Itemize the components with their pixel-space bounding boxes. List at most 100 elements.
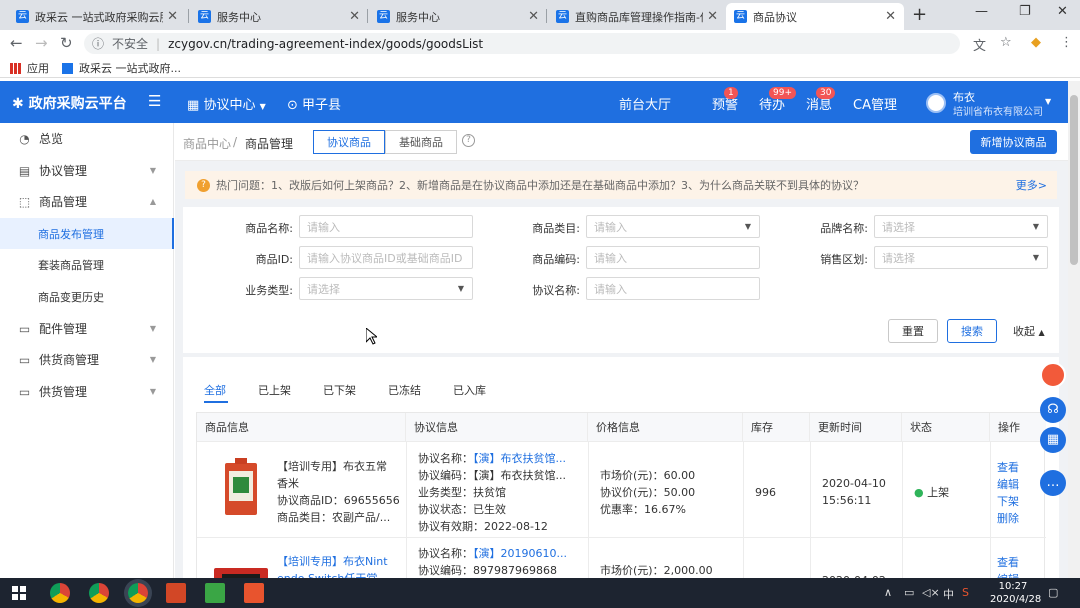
recorder-taskbar-icon[interactable] bbox=[244, 583, 264, 603]
notice-text[interactable]: 热门问题：1、改版后如何上架商品？2、新增商品是在协议商品中添加还是在基础商品中… bbox=[216, 177, 864, 193]
insecure-label[interactable]: 不安全 bbox=[112, 35, 148, 52]
tray-chevron-up-icon[interactable]: ∧ bbox=[884, 586, 892, 599]
sidebar-item-overview[interactable]: ◔ 总览 bbox=[0, 123, 174, 154]
sidebar-item-goods[interactable]: ⬚ 商品管理 ▲ bbox=[0, 186, 174, 217]
robot-assistant-icon[interactable] bbox=[1040, 362, 1066, 388]
chrome-taskbar-icon[interactable] bbox=[50, 583, 70, 603]
front-hall-link[interactable]: 前台大厅 bbox=[619, 94, 671, 113]
forward-icon[interactable]: → bbox=[35, 34, 48, 52]
url-text[interactable]: zcygov.cn/trading-agreement-index/goods/… bbox=[168, 37, 483, 51]
info-icon[interactable]: ⓘ bbox=[92, 35, 104, 52]
tab-base-goods[interactable]: 基础商品 bbox=[385, 130, 457, 154]
product-name-input[interactable]: 请输入 bbox=[299, 215, 473, 238]
bookmark-zcy[interactable]: 政采云 一站式政府... bbox=[62, 60, 181, 76]
camtasia-taskbar-icon[interactable] bbox=[205, 583, 225, 603]
tab-agreement-goods[interactable]: 协议商品 bbox=[313, 130, 385, 154]
product-id-input[interactable]: 请输入协议商品ID或基础商品ID bbox=[299, 246, 473, 269]
notification-icon[interactable]: ▢ bbox=[1048, 586, 1058, 599]
volume-muted-icon[interactable]: ◁× bbox=[922, 586, 940, 599]
sales-region-select[interactable]: 请选择 ▼ bbox=[874, 246, 1048, 269]
notice-more-link[interactable]: 更多> bbox=[1016, 177, 1047, 193]
browser-tab[interactable]: 云服务中心 ✕ bbox=[190, 3, 368, 30]
view-link[interactable]: 查看 bbox=[997, 554, 1019, 571]
reload-icon[interactable]: ↻ bbox=[60, 34, 73, 52]
tab-frozen[interactable]: 已冻结 bbox=[388, 382, 421, 398]
product-thumbnail-rice[interactable] bbox=[222, 457, 260, 517]
add-agreement-goods-button[interactable]: 新增协议商品 bbox=[970, 130, 1057, 154]
avatar[interactable] bbox=[926, 93, 946, 113]
view-link[interactable]: 查看 bbox=[997, 459, 1019, 476]
tab-stored[interactable]: 已入库 bbox=[453, 382, 486, 398]
input-language-indicator[interactable]: 中 bbox=[943, 586, 954, 602]
close-tab-icon[interactable]: ✕ bbox=[349, 9, 360, 24]
category-select[interactable]: 请输入 ▼ bbox=[586, 215, 760, 238]
close-tab-icon[interactable]: ✕ bbox=[528, 9, 539, 24]
tab-off-shelf[interactable]: 已下架 bbox=[323, 382, 356, 398]
product-code-input[interactable]: 请输入 bbox=[586, 246, 760, 269]
headset-icon[interactable]: ☊ bbox=[1040, 397, 1066, 423]
tab-on-shelf[interactable]: 已上架 bbox=[258, 382, 291, 398]
network-icon[interactable]: ▭ bbox=[904, 586, 914, 599]
brand-select[interactable]: 请选择 ▼ bbox=[874, 215, 1048, 238]
more-menu-icon[interactable]: ⋮ bbox=[1060, 35, 1073, 50]
close-window-icon[interactable]: ✕ bbox=[1057, 4, 1068, 19]
breadcrumb-root[interactable]: 商品中心 bbox=[183, 135, 231, 152]
brand-logo[interactable]: ✱ 政府采购云平台 bbox=[12, 93, 127, 113]
agreement-name-link[interactable]: 【演】布衣扶贫馆... bbox=[473, 452, 566, 465]
page-scrollbar[interactable] bbox=[1068, 81, 1080, 578]
agreement-center-dropdown[interactable]: ▦ 协议中心 ▼ bbox=[187, 94, 266, 113]
product-name-cont[interactable]: 香米 bbox=[277, 475, 299, 492]
product-name[interactable]: 【培训专用】布衣五常 bbox=[277, 458, 387, 475]
product-thumbnail-switch[interactable] bbox=[212, 562, 270, 578]
ca-management-link[interactable]: CA管理 bbox=[853, 94, 897, 113]
product-name-cont[interactable]: endo Switch任天堂 bbox=[277, 570, 377, 578]
off-shelf-link[interactable]: 下架 bbox=[997, 493, 1019, 510]
url-bar[interactable]: ⓘ 不安全 | zcygov.cn/trading-agreement-inde… bbox=[84, 33, 960, 54]
new-tab-icon[interactable]: + bbox=[912, 4, 927, 25]
sidebar-item-agreements[interactable]: ▤ 协议管理 ▼ bbox=[0, 155, 174, 186]
edit-link[interactable]: 编辑 bbox=[997, 476, 1019, 493]
chrome-taskbar-icon[interactable] bbox=[89, 583, 109, 603]
agreement-name-link[interactable]: 【演】20190610... bbox=[473, 547, 567, 560]
help-icon[interactable]: ? bbox=[462, 134, 475, 147]
collapse-toggle[interactable]: 收起 ▲ bbox=[1013, 323, 1045, 339]
agreement-name-input[interactable]: 请输入 bbox=[586, 277, 760, 300]
chrome-taskbar-icon-active[interactable] bbox=[128, 583, 148, 603]
business-type-select[interactable]: 请选择 ▼ bbox=[299, 277, 473, 300]
bookmark-apps[interactable]: 应用 bbox=[10, 60, 49, 76]
user-chevron-down-icon[interactable]: ▼ bbox=[1045, 97, 1051, 106]
qrcode-icon[interactable]: ▦ bbox=[1040, 427, 1066, 453]
sougou-input-icon[interactable]: S bbox=[962, 586, 969, 599]
sidebar-item-bundle-goods[interactable]: 套装商品管理 bbox=[0, 249, 174, 280]
edit-link[interactable]: 编辑 bbox=[997, 571, 1019, 578]
minimize-icon[interactable]: — bbox=[975, 4, 988, 19]
sidebar-item-suppliers[interactable]: ▭ 供货商管理 ▼ bbox=[0, 344, 174, 375]
delete-link[interactable]: 删除 bbox=[997, 510, 1019, 527]
back-icon[interactable]: ← bbox=[10, 34, 23, 52]
restore-icon[interactable]: ❐ bbox=[1019, 4, 1031, 19]
browser-tab[interactable]: 云政采云 一站式政府采购云服务✕ bbox=[8, 3, 186, 30]
tab-all[interactable]: 全部 bbox=[204, 382, 226, 398]
chat-icon[interactable]: … bbox=[1040, 470, 1066, 496]
browser-tab-active[interactable]: 云商品协议 ✕ bbox=[726, 3, 904, 30]
scrollbar-thumb[interactable] bbox=[1070, 95, 1078, 265]
close-tab-icon[interactable]: ✕ bbox=[885, 9, 896, 24]
powerpoint-taskbar-icon[interactable] bbox=[166, 583, 186, 603]
sidebar-item-supply[interactable]: ▭ 供货管理 ▼ bbox=[0, 376, 174, 407]
sidebar-item-goods-publish[interactable]: 商品发布管理 bbox=[0, 218, 174, 249]
region-selector[interactable]: ⊙ 甲子县 bbox=[287, 94, 341, 113]
search-button[interactable]: 搜索 bbox=[947, 319, 997, 343]
product-name[interactable]: 【培训专用】布衣Nint bbox=[277, 553, 388, 570]
bookmark-star-icon[interactable]: ☆ bbox=[1000, 35, 1012, 50]
menu-toggle-icon[interactable]: ☰ bbox=[148, 92, 161, 110]
browser-tab[interactable]: 云直购商品库管理操作指南-供应✕ bbox=[548, 3, 726, 30]
close-tab-icon[interactable]: ✕ bbox=[167, 9, 178, 24]
sidebar-item-parts[interactable]: ▭ 配件管理 ▼ bbox=[0, 313, 174, 344]
browser-tab[interactable]: 云服务中心 ✕ bbox=[369, 3, 547, 30]
close-tab-icon[interactable]: ✕ bbox=[707, 9, 718, 24]
translate-icon[interactable]: 文 bbox=[973, 35, 986, 54]
windows-start-icon[interactable] bbox=[12, 586, 26, 600]
taskbar-clock[interactable]: 10:27 2020/4/28 bbox=[990, 580, 1041, 606]
extension-icon[interactable]: ◆ bbox=[1031, 35, 1041, 50]
sidebar-item-goods-history[interactable]: 商品变更历史 bbox=[0, 281, 174, 312]
